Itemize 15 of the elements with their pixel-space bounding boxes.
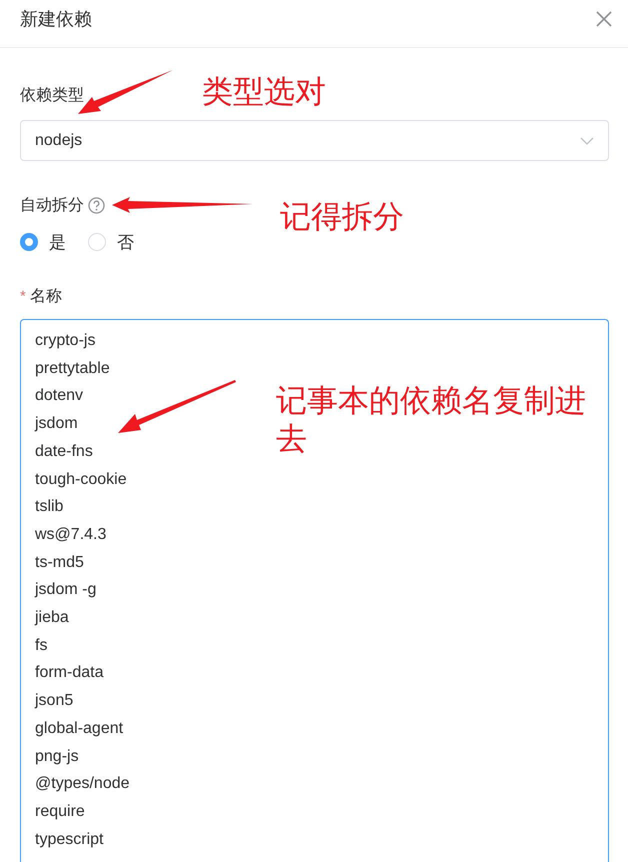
annotation-text: 记得拆分	[280, 198, 404, 236]
field-label: 依赖类型	[20, 86, 84, 106]
dialog-title: 新建依赖	[20, 8, 92, 30]
annotation-text: 类型选对	[202, 73, 326, 111]
field-label: 名称	[30, 286, 62, 306]
radio-icon[interactable]	[20, 233, 38, 251]
field-label: 自动拆分	[20, 196, 84, 216]
required-mark: *	[20, 288, 26, 304]
radio-option[interactable]: 否	[88, 230, 134, 254]
annotation-text: 记事本的依赖名复制进去	[276, 382, 587, 458]
help-icon[interactable]	[88, 196, 105, 214]
type-select[interactable]: nodejs	[20, 120, 609, 161]
close-icon[interactable]	[596, 10, 612, 26]
chevron-down-icon	[580, 136, 594, 144]
radio-option[interactable]: 是	[20, 230, 66, 254]
